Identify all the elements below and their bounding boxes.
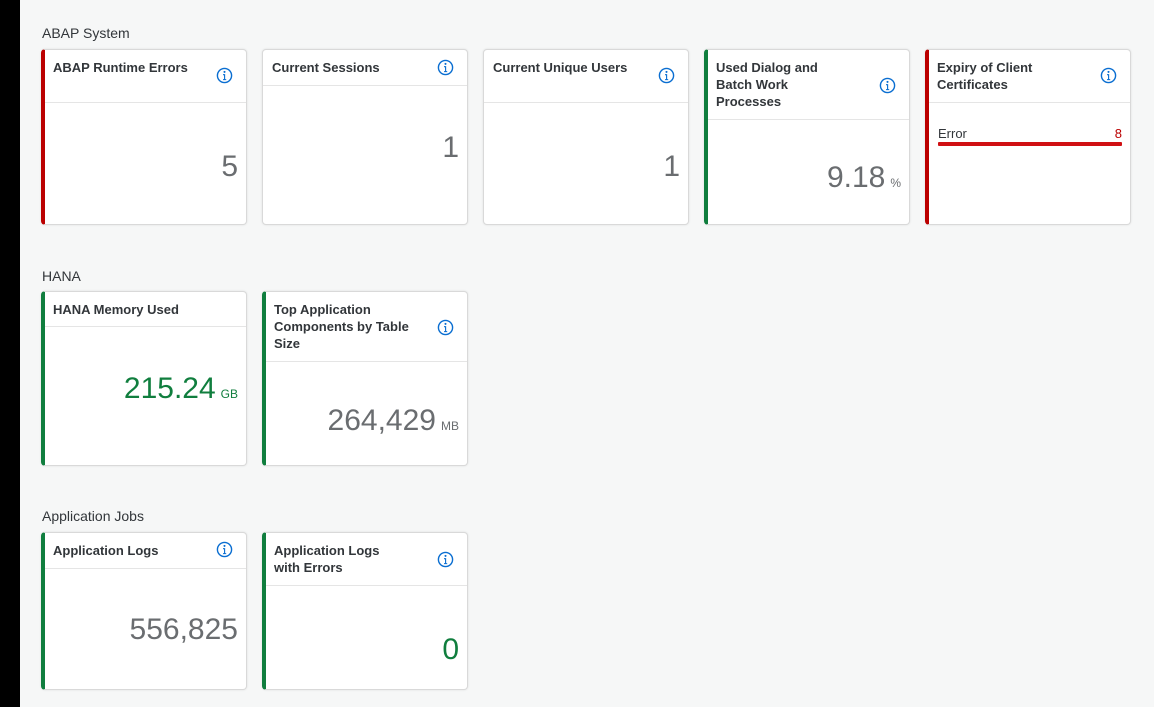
tile-title: Used Dialog and Batch Work Processes xyxy=(716,60,818,109)
tile-header: ABAP Runtime Errors xyxy=(45,50,246,103)
tile-title: HANA Memory Used xyxy=(53,302,179,317)
tile-title: Current Sessions xyxy=(272,60,380,75)
kpi-value: 5 xyxy=(221,150,238,183)
kpi-value: 1 xyxy=(663,150,680,183)
info-icon[interactable] xyxy=(216,541,233,558)
tile-current-sessions[interactable]: Current Sessions 1 xyxy=(262,49,468,225)
monitoring-overview: ABAP System ABAP Runtime Errors 5 Curren… xyxy=(20,0,1154,707)
tile-expiry-client-certificates[interactable]: Expiry of Client Certificates Error 8 xyxy=(925,49,1131,225)
status-bar xyxy=(938,142,1122,146)
info-icon[interactable] xyxy=(437,319,454,336)
info-icon[interactable] xyxy=(437,59,454,76)
status-count: 8 xyxy=(1114,126,1122,141)
kpi-value: 215.24 GB xyxy=(123,372,238,405)
kpi-unit: % xyxy=(890,176,901,190)
tile-application-logs[interactable]: Application Logs 556,825 xyxy=(41,532,247,690)
tile-title: ABAP Runtime Errors xyxy=(53,60,188,75)
tile-hana-memory-used[interactable]: HANA Memory Used 215.24 GB xyxy=(41,291,247,466)
kpi-value: 1 xyxy=(442,131,459,164)
info-icon[interactable] xyxy=(216,67,233,84)
tile-header: Application Logs with Errors xyxy=(266,533,467,586)
tile-current-unique-users[interactable]: Current Unique Users 1 xyxy=(483,49,689,225)
tile-title: Expiry of Client Certificates xyxy=(937,60,1033,92)
tile-used-dialog-batch-work-processes[interactable]: Used Dialog and Batch Work Processes 9.1… xyxy=(704,49,910,225)
kpi-value: 9.18% xyxy=(826,161,901,194)
tile-header: Top Application Components by Table Size xyxy=(266,292,467,362)
tile-top-application-components[interactable]: Top Application Components by Table Size… xyxy=(262,291,468,466)
kpi-value: 264,429 MB xyxy=(327,404,459,437)
kpi-unit: GB xyxy=(220,387,238,401)
tile-header: Expiry of Client Certificates xyxy=(929,50,1130,103)
tile-header: HANA Memory Used xyxy=(45,292,246,327)
tile-header: Current Unique Users xyxy=(484,50,688,103)
kpi-unit: MB xyxy=(441,419,459,433)
tile-application-logs-with-errors[interactable]: Application Logs with Errors 0 xyxy=(262,532,468,690)
tile-header: Current Sessions xyxy=(263,50,467,86)
info-icon[interactable] xyxy=(437,551,454,568)
tile-header: Used Dialog and Batch Work Processes xyxy=(708,50,909,120)
kpi-value: 0 xyxy=(442,633,459,666)
group-title-abap-system: ABAP System xyxy=(42,25,130,41)
status-label: Error xyxy=(938,126,967,141)
info-icon[interactable] xyxy=(1100,67,1117,84)
tile-header: Application Logs xyxy=(45,533,246,569)
tile-title: Top Application Components by Table Size xyxy=(274,302,409,351)
tile-title: Application Logs with Errors xyxy=(274,543,380,575)
tile-title: Current Unique Users xyxy=(493,60,628,75)
group-title-application-jobs: Application Jobs xyxy=(42,508,144,524)
tile-title: Application Logs xyxy=(53,543,159,558)
kpi-value: 556,825 xyxy=(129,613,238,646)
info-icon[interactable] xyxy=(658,67,675,84)
certificate-status-row[interactable]: Error 8 xyxy=(938,126,1122,146)
group-title-hana: HANA xyxy=(42,268,81,284)
info-icon[interactable] xyxy=(879,77,896,94)
tile-abap-runtime-errors[interactable]: ABAP Runtime Errors 5 xyxy=(41,49,247,225)
